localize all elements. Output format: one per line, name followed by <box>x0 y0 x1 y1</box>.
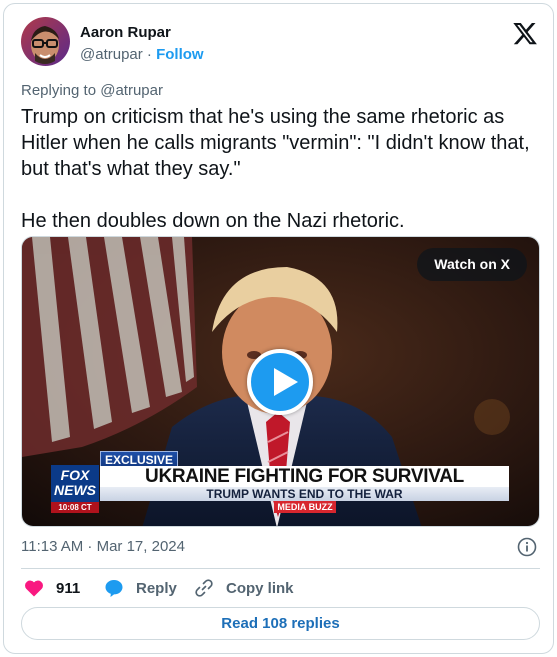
author-name[interactable]: Aaron Rupar <box>80 24 171 41</box>
video-player[interactable]: Watch on X FOX NEWS 10:08 CT EXCLUSIVE U… <box>21 236 540 527</box>
reply-bubble-icon <box>105 580 123 597</box>
author-handle-line: @atrupar · Follow <box>80 46 204 63</box>
like-count: 911 <box>56 579 81 597</box>
chyron-tag: EXCLUSIVE <box>100 451 179 467</box>
tweet-text: Trump on criticism that he's using the s… <box>21 104 541 234</box>
reply-button[interactable]: Reply <box>104 578 177 598</box>
tweet-card: Aaron Rupar @atrupar · Follow Replying t… <box>3 3 554 654</box>
play-icon <box>274 368 298 396</box>
separator: · <box>142 46 157 63</box>
fox-news-logo: FOX NEWS 10:08 CT <box>51 465 99 513</box>
tweet-paragraph: Trump on criticism that he's using the s… <box>21 106 530 180</box>
divider <box>21 568 540 569</box>
author-avatar[interactable] <box>21 17 70 66</box>
read-replies-button[interactable]: Read 108 replies <box>21 607 540 640</box>
like-button[interactable]: 911 <box>24 578 80 598</box>
copy-link-button[interactable]: Copy link <box>194 578 294 598</box>
watch-on-x-button[interactable]: Watch on X <box>417 248 527 281</box>
heart-icon <box>25 580 43 597</box>
info-icon[interactable] <box>517 537 537 557</box>
x-logo-icon[interactable] <box>513 23 537 45</box>
play-button[interactable] <box>247 349 313 415</box>
tweet-paragraph: He then doubles down on the Nazi rhetori… <box>21 210 405 232</box>
follow-button[interactable]: Follow <box>156 46 204 63</box>
replying-to: Replying to @atrupar <box>21 82 163 99</box>
copy-link-label: Copy link <box>226 579 294 597</box>
chyron-headline: UKRAINE FIGHTING FOR SURVIVAL <box>100 466 509 487</box>
author-handle[interactable]: @atrupar <box>80 46 143 63</box>
chyron-brand: MEDIA BUZZ <box>274 501 336 513</box>
link-icon <box>195 579 213 597</box>
tweet-timestamp[interactable]: 11:13 AM · Mar 17, 2024 <box>21 538 185 555</box>
chyron-subhead: TRUMP WANTS END TO THE WAR <box>100 487 509 501</box>
reply-label: Reply <box>136 579 177 597</box>
